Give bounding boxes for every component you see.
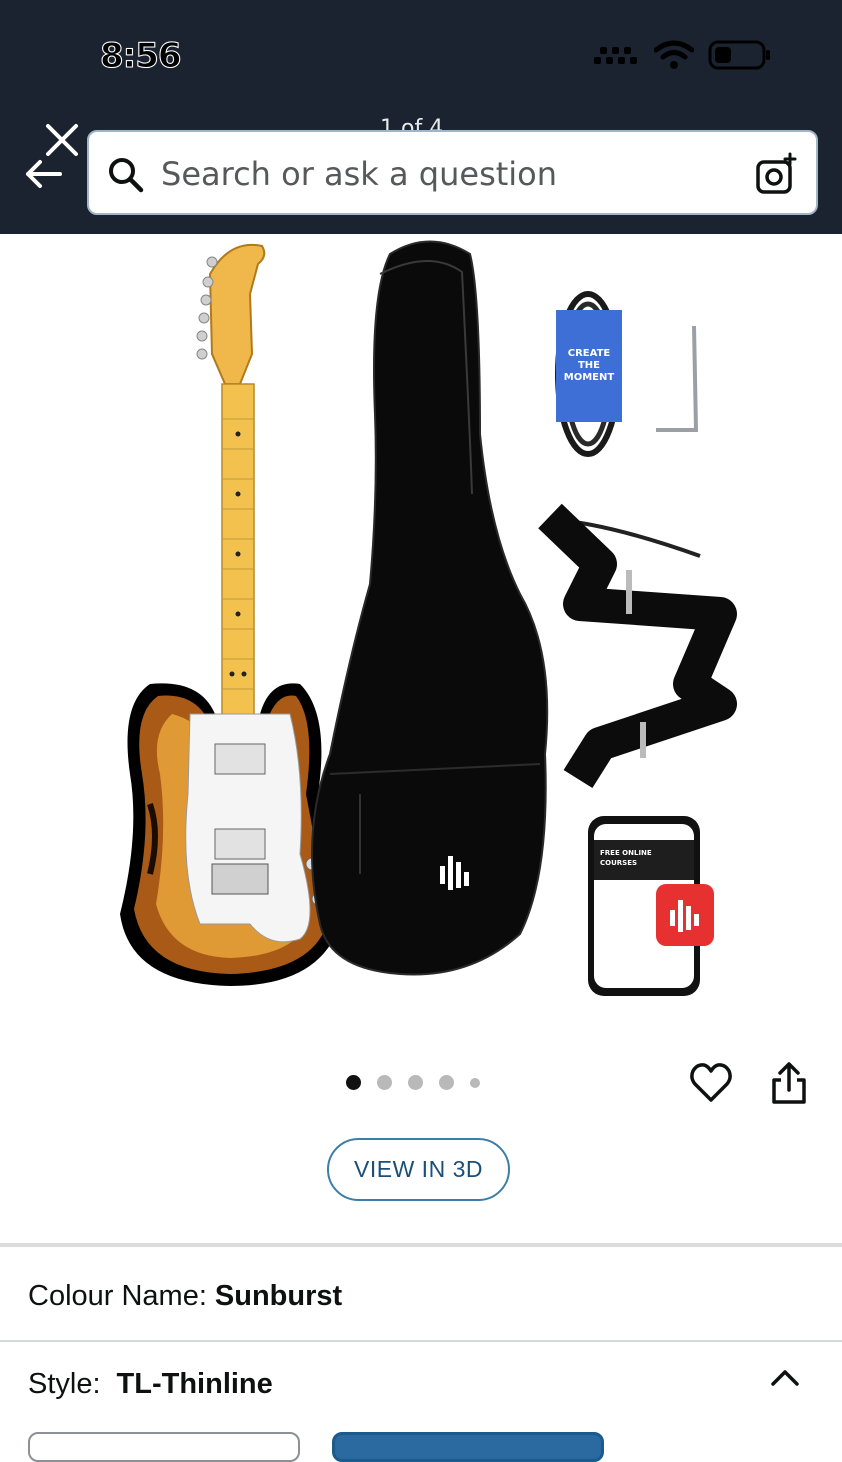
cellular-signal-icon	[594, 47, 637, 64]
gig-bag-illustration	[311, 240, 549, 976]
chevron-up-icon[interactable]	[768, 1362, 802, 1392]
cable-illustration: CREATE THE MOMENT	[555, 291, 699, 457]
pagination-dot[interactable]	[470, 1077, 480, 1088]
share-icon[interactable]	[768, 1060, 810, 1106]
colour-name-value: Sunburst	[214, 1280, 343, 1312]
style-label: Style:	[28, 1368, 101, 1400]
product-image-gallery[interactable]: CREATE THE MOMENT FREE ONLINE COURSES	[0, 234, 842, 1034]
search-icon[interactable]	[107, 156, 145, 194]
guitar-illustration	[120, 243, 340, 986]
style-option-button[interactable]	[28, 1432, 300, 1462]
pagination-dot[interactable]	[377, 1075, 392, 1090]
wifi-icon	[654, 40, 694, 69]
svg-text:CREATE: CREATE	[568, 348, 611, 359]
strap-illustration	[538, 503, 737, 789]
product-image: CREATE THE MOMENT FREE ONLINE COURSES	[120, 240, 737, 996]
header-bar: 8:56 1 of 4	[0, 0, 842, 234]
battery-icon	[708, 40, 770, 70]
section-divider	[0, 1243, 842, 1247]
row-divider	[0, 1340, 842, 1342]
search-bar[interactable]	[87, 130, 818, 215]
colour-name-row: Colour Name: Sunburst	[28, 1280, 342, 1313]
back-arrow-icon[interactable]	[20, 152, 66, 196]
status-time: 8:56	[100, 36, 183, 77]
svg-text:FREE ONLINE: FREE ONLINE	[600, 849, 652, 857]
view-in-3d-button[interactable]: VIEW IN 3D	[327, 1138, 510, 1201]
svg-text:THE: THE	[578, 360, 600, 371]
svg-text:MOMENT: MOMENT	[564, 372, 615, 383]
pagination-dot[interactable]	[408, 1075, 423, 1090]
pagination-dot[interactable]	[439, 1075, 454, 1090]
style-option-button-selected[interactable]	[332, 1432, 604, 1462]
colour-name-label: Colour Name:	[28, 1280, 207, 1312]
camera-search-icon[interactable]	[754, 152, 798, 196]
image-pagination-dots[interactable]	[346, 1075, 480, 1090]
style-row[interactable]: Style: TL-Thinline	[28, 1368, 273, 1401]
search-input[interactable]	[161, 152, 721, 196]
pagination-dot[interactable]	[346, 1075, 361, 1090]
svg-text:COURSES: COURSES	[600, 859, 637, 867]
phone-illustration: FREE ONLINE COURSES	[588, 816, 714, 996]
status-icons	[594, 40, 772, 70]
style-value: TL-Thinline	[116, 1368, 273, 1400]
wishlist-heart-icon[interactable]	[688, 1060, 734, 1106]
